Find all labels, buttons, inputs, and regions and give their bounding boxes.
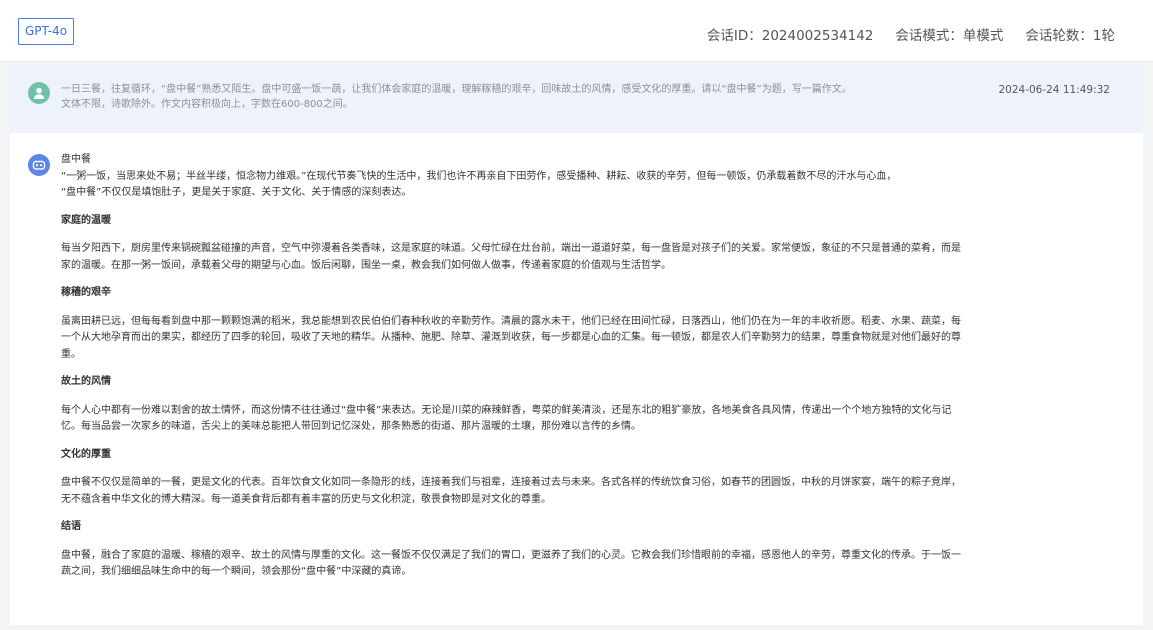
user-icon <box>33 87 45 99</box>
section-heading: 家庭的温暖 <box>61 214 111 226</box>
session-mode-label: 会话模式： <box>895 28 963 44</box>
answer-paragraph: 虽离田耕已远，但每每看到盘中那一颗颗饱满的稻米，我总能想到农民伯伯们春种秋收的辛… <box>61 315 961 360</box>
answer-body: 盘中餐 “一粥一饭，当思来处不易；半丝半缕，恒念物力维艰。”在现代节奏飞快的生活… <box>61 152 966 581</box>
answer-paragraph: 盘中餐，融合了家庭的温暖、稼穑的艰辛、故土的风情与厚重的文化。这一餐饭不仅仅满足… <box>61 549 961 578</box>
user-message-line: 文体不限，诗歌除外。作文内容积极向上，字数在600-800之间。 <box>61 98 353 110</box>
bot-avatar <box>28 154 50 176</box>
session-mode-value: 单模式 <box>962 28 1004 44</box>
model-badge: GPT-4o <box>18 18 75 45</box>
section-heading: 故土的风情 <box>61 376 111 387</box>
section-heading: 稼穑的艰辛 <box>61 287 111 298</box>
answer-paragraph: “盘中餐”不仅仅是填饱肚子，更是关于家庭、关于文化、关于情感的深刻表达。 <box>61 187 412 198</box>
session-mode: 会话模式：单模式 <box>895 24 1003 44</box>
answer-paragraph: 每个人心中都有一份难以割舍的故土情怀，而这份情不往往通过“盘中餐”来表达。无论是… <box>61 404 952 433</box>
user-message: 一日三餐，往复循环，“盘中餐”熟悉又陌生。盘中可盛一饭一蔬，让我们体会家庭的温暖… <box>10 64 1143 132</box>
answer-paragraph: “一粥一饭，当思来处不易；半丝半缕，恒念物力维艰。”在现代节奏飞快的生活中，我们… <box>61 170 897 182</box>
robot-icon <box>32 160 46 170</box>
section-heading: 文化的厚重 <box>61 448 111 460</box>
answer-paragraph: 盘中餐不仅仅是简单的一餐，更是文化的代表。百年饮食文化如同一条隐形的线，连接着我… <box>61 477 961 505</box>
session-rounds: 会话轮数：1轮 <box>1025 24 1115 44</box>
answer-paragraph: 每当夕阳西下，厨房里传来锅碗瓢盆碰撞的声音，空气中弥漫着各类香味，这是家庭的味道… <box>61 243 961 271</box>
answer-title: 盘中餐 <box>61 154 91 165</box>
session-meta: 会话ID：2024002534142 会话模式：单模式 会话轮数：1轮 <box>707 24 1115 44</box>
session-id-label: 会话ID： <box>706 28 762 44</box>
user-message-line: 一日三餐，往复循环，“盘中餐”熟悉又陌生。盘中可盛一饭一蔬，让我们体会家庭的温暖… <box>61 84 852 95</box>
session-header: GPT-4o 会话ID：2024002534142 会话模式：单模式 会话轮数：… <box>0 0 1153 62</box>
user-message-text: 一日三餐，往复循环，“盘中餐”熟悉又陌生。盘中可盛一饭一蔬，让我们体会家庭的温暖… <box>61 83 961 112</box>
session-id-value: 2024002534142 <box>761 28 874 44</box>
session-rounds-label: 会话轮数： <box>1025 28 1093 44</box>
message-timestamp: 2024-06-24 11:49:32 <box>998 84 1110 96</box>
assistant-message: 盘中餐 “一粥一饭，当思来处不易；半丝半缕，恒念物力维艰。”在现代节奏飞快的生活… <box>10 133 1143 625</box>
session-id: 会话ID：2024002534142 <box>707 24 874 44</box>
user-avatar <box>28 82 50 104</box>
session-rounds-value: 1轮 <box>1092 28 1115 44</box>
section-heading: 结语 <box>61 521 81 532</box>
